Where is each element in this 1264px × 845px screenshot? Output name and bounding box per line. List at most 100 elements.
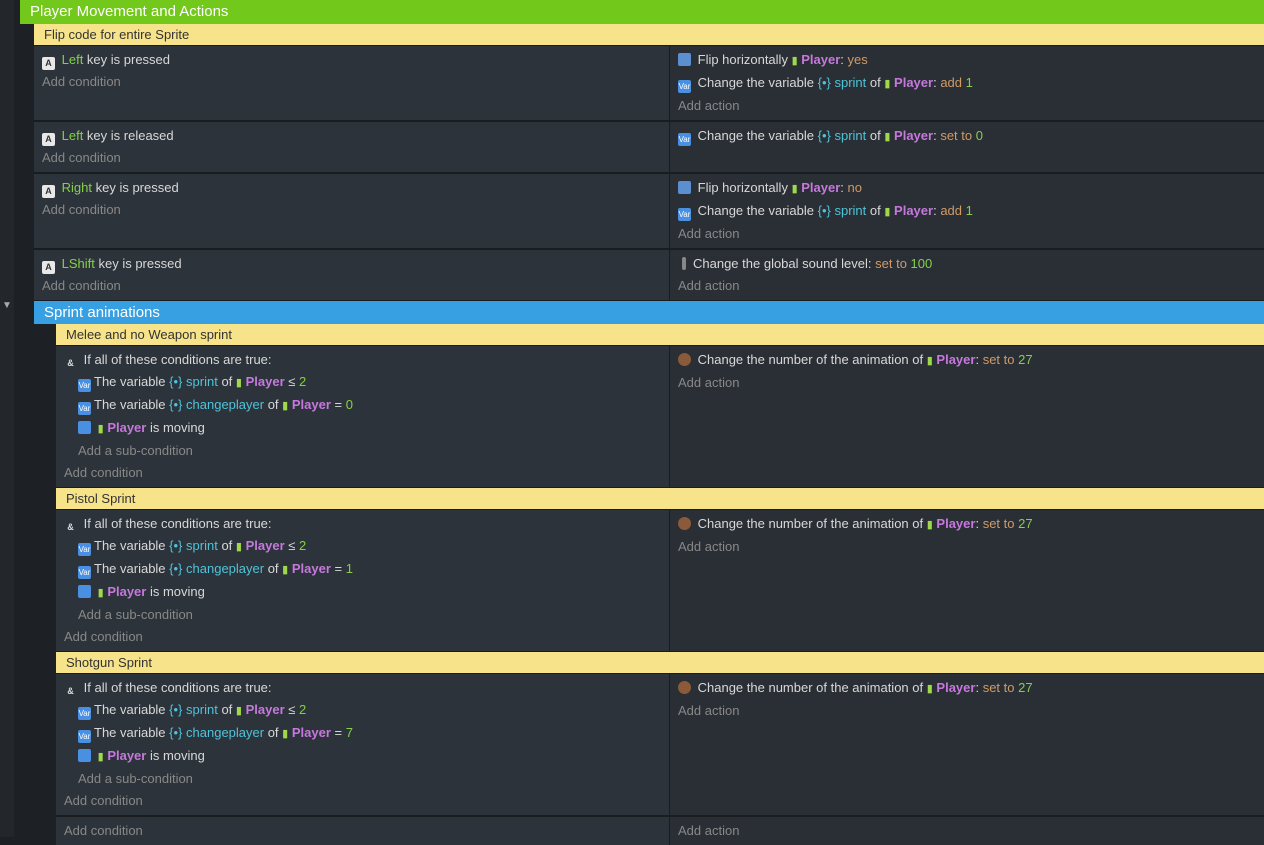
event-row[interactable]: & If all of these conditions are true: V…	[56, 509, 1264, 652]
sprite-icon: ▮	[884, 206, 890, 218]
sprite-icon: ▮	[927, 355, 933, 367]
comment-pistol[interactable]: Pistol Sprint	[56, 488, 1264, 509]
condition[interactable]: VarThe variable {•} sprint of ▮ Player ≤…	[78, 699, 669, 722]
condition-and[interactable]: & If all of these conditions are true:	[64, 349, 669, 371]
sprite-icon: ▮	[884, 131, 890, 143]
condition[interactable]: A Left key is pressed	[42, 49, 669, 71]
event-row[interactable]: A Left key is pressed Add condition Flip…	[34, 45, 1264, 121]
add-action[interactable]: Add action	[678, 820, 1264, 842]
sprite-icon: ▮	[792, 183, 798, 195]
add-action[interactable]: Add action	[678, 536, 1264, 558]
collapse-toggle[interactable]: ▼	[0, 300, 14, 311]
group-header-sprint[interactable]: Sprint animations	[34, 301, 1264, 324]
animation-icon	[678, 681, 691, 694]
sprite-icon: ▮	[98, 587, 104, 599]
add-action[interactable]: Add action	[678, 223, 1264, 245]
add-condition[interactable]: Add condition	[64, 462, 669, 484]
condition[interactable]: A LShift key is pressed	[42, 253, 669, 275]
variable-icon: Var	[78, 402, 91, 415]
sprite-icon: ▮	[282, 564, 288, 576]
condition[interactable]: VarThe variable {•} changeplayer of ▮ Pl…	[78, 558, 669, 581]
variable-icon: Var	[78, 379, 91, 392]
condition[interactable]: A Left key is released	[42, 125, 669, 147]
variable-icon: Var	[78, 543, 91, 556]
condition[interactable]: VarThe variable {•} sprint of ▮ Player ≤…	[78, 371, 669, 394]
action[interactable]: Var Change the variable {•} sprint of ▮ …	[678, 72, 1264, 95]
event-row[interactable]: A Right key is pressed Add condition Fli…	[34, 173, 1264, 249]
flip-icon	[678, 181, 691, 194]
sprite-icon: ▮	[282, 400, 288, 412]
action[interactable]: Change the number of the animation of ▮ …	[678, 677, 1264, 700]
condition[interactable]: ▮ Player is moving	[78, 417, 669, 440]
move-icon	[78, 421, 91, 434]
action[interactable]: Change the global sound level: set to 10…	[678, 253, 1264, 275]
add-sub-condition[interactable]: Add a sub-condition	[78, 440, 669, 462]
add-sub-condition[interactable]: Add a sub-condition	[78, 768, 669, 790]
comment-shotgun[interactable]: Shotgun Sprint	[56, 652, 1264, 673]
add-condition[interactable]: Add condition	[64, 820, 669, 842]
event-row[interactable]: Add condition Add action	[56, 816, 1264, 845]
comment-flip[interactable]: Flip code for entire Sprite	[34, 24, 1264, 45]
keyboard-icon: A	[42, 133, 55, 146]
sprite-icon: ▮	[927, 683, 933, 695]
variable-icon: Var	[78, 730, 91, 743]
condition[interactable]: VarThe variable {•} sprint of ▮ Player ≤…	[78, 535, 669, 558]
condition[interactable]: VarThe variable {•} changeplayer of ▮ Pl…	[78, 394, 669, 417]
variable-icon: Var	[678, 208, 691, 221]
condition[interactable]: A Right key is pressed	[42, 177, 669, 199]
condition[interactable]: ▮ Player is moving	[78, 581, 669, 604]
event-row[interactable]: & If all of these conditions are true: V…	[56, 673, 1264, 816]
sprite-icon: ▮	[98, 423, 104, 435]
action[interactable]: Flip horizontally ▮ Player: yes	[678, 49, 1264, 72]
variable-icon: Var	[78, 566, 91, 579]
animation-icon	[678, 353, 691, 366]
add-action[interactable]: Add action	[678, 95, 1264, 117]
sprite-icon: ▮	[98, 751, 104, 763]
sprite-icon: ▮	[792, 55, 798, 67]
and-icon: &	[64, 357, 77, 370]
add-action[interactable]: Add action	[678, 700, 1264, 722]
sprite-icon: ▮	[236, 377, 242, 389]
add-condition[interactable]: Add condition	[42, 147, 669, 169]
sprite-icon: ▮	[884, 78, 890, 90]
add-action[interactable]: Add action	[678, 372, 1264, 394]
keyboard-icon: A	[42, 57, 55, 70]
event-row[interactable]: & If all of these conditions are true: V…	[56, 345, 1264, 488]
condition-and[interactable]: & If all of these conditions are true:	[64, 677, 669, 699]
event-row[interactable]: A LShift key is pressed Add condition Ch…	[34, 249, 1264, 301]
condition[interactable]: ▮ Player is moving	[78, 745, 669, 768]
add-condition[interactable]: Add condition	[64, 626, 669, 648]
animation-icon	[678, 517, 691, 530]
variable-icon: Var	[678, 80, 691, 93]
group-header-main[interactable]: Player Movement and Actions	[20, 0, 1264, 24]
move-icon	[78, 585, 91, 598]
add-condition[interactable]: Add condition	[42, 275, 669, 297]
flip-icon	[678, 53, 691, 66]
add-action[interactable]: Add action	[678, 275, 1264, 297]
sound-icon	[682, 257, 686, 270]
action[interactable]: Change the number of the animation of ▮ …	[678, 513, 1264, 536]
add-condition[interactable]: Add condition	[42, 71, 669, 93]
sprite-icon: ▮	[282, 728, 288, 740]
keyboard-icon: A	[42, 261, 55, 274]
event-row[interactable]: A Left key is released Add condition Var…	[34, 121, 1264, 173]
condition[interactable]: VarThe variable {•} changeplayer of ▮ Pl…	[78, 722, 669, 745]
action[interactable]: Var Change the variable {•} sprint of ▮ …	[678, 200, 1264, 223]
sprite-icon: ▮	[236, 541, 242, 553]
and-icon: &	[64, 685, 77, 698]
condition-and[interactable]: & If all of these conditions are true:	[64, 513, 669, 535]
action[interactable]: Change the number of the animation of ▮ …	[678, 349, 1264, 372]
variable-icon: Var	[678, 133, 691, 146]
move-icon	[78, 749, 91, 762]
keyboard-icon: A	[42, 185, 55, 198]
action[interactable]: Flip horizontally ▮ Player: no	[678, 177, 1264, 200]
comment-melee[interactable]: Melee and no Weapon sprint	[56, 324, 1264, 345]
add-condition[interactable]: Add condition	[64, 790, 669, 812]
action[interactable]: Var Change the variable {•} sprint of ▮ …	[678, 125, 1264, 148]
variable-icon: Var	[78, 707, 91, 720]
and-icon: &	[64, 521, 77, 534]
add-condition[interactable]: Add condition	[42, 199, 669, 221]
sprite-icon: ▮	[927, 519, 933, 531]
add-sub-condition[interactable]: Add a sub-condition	[78, 604, 669, 626]
sprite-icon: ▮	[236, 705, 242, 717]
